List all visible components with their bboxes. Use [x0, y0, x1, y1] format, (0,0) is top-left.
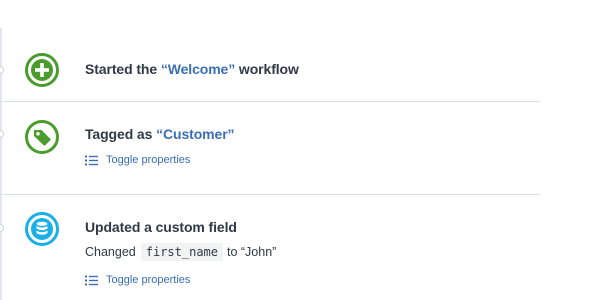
- changed-prefix: Changed: [85, 245, 136, 259]
- event-title-prefix: Tagged as: [85, 126, 157, 142]
- toggle-properties-button[interactable]: Toggle properties: [85, 154, 190, 166]
- changed-value: to “John”: [227, 245, 277, 259]
- event-title-prefix: Started the: [85, 61, 161, 77]
- event-tagged: Tagged as “Customer” Toggle properties: [0, 102, 540, 194]
- event-updated-custom-field: Updated a custom field Changed first_nam…: [0, 195, 540, 300]
- workflow-name-link[interactable]: “Welcome”: [161, 61, 235, 77]
- activity-timeline: Started the “Welcome” workflow Tagged as…: [0, 0, 590, 300]
- toggle-properties-label: Toggle properties: [106, 154, 191, 166]
- toggle-properties-button[interactable]: Toggle properties: [85, 274, 190, 286]
- event-title: Updated a custom field: [85, 219, 237, 235]
- tag-name-link[interactable]: “Customer”: [156, 126, 234, 142]
- event-title-text: Updated a custom field: [85, 219, 237, 235]
- change-description: Changed first_name to “John”: [85, 243, 276, 261]
- database-icon: [24, 211, 60, 247]
- field-name-code: first_name: [140, 243, 223, 261]
- plus-circle-icon: [24, 52, 60, 88]
- list-icon: [85, 155, 98, 165]
- toggle-properties-label: Toggle properties: [106, 274, 191, 286]
- event-title-suffix: workflow: [235, 61, 299, 77]
- event-title: Started the “Welcome” workflow: [85, 61, 299, 77]
- list-icon: [85, 275, 98, 285]
- event-started-workflow: Started the “Welcome” workflow: [0, 0, 540, 100]
- tag-icon: [24, 119, 60, 155]
- event-title: Tagged as “Customer”: [85, 126, 235, 142]
